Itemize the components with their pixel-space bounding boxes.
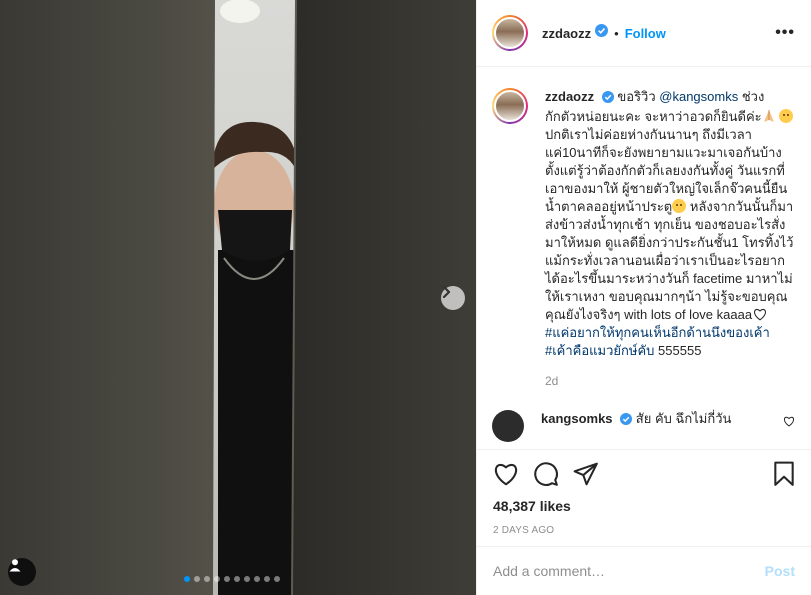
- add-comment-form: Post: [477, 546, 811, 595]
- comment-button[interactable]: [533, 461, 559, 487]
- verified-icon: [601, 90, 614, 108]
- post-sidebar: zzdaozz • Follow ••• zzdaozz ขอริวิว @ka…: [476, 0, 811, 595]
- carousel-dot: [204, 576, 210, 582]
- carousel-dot: [234, 576, 240, 582]
- post-header: zzdaozz • Follow •••: [477, 0, 811, 67]
- comment-body: สัย คับ ฉึกไม่กี่วัน: [632, 411, 732, 426]
- comment-like-icon[interactable]: [783, 414, 795, 432]
- photo-scene: [0, 0, 476, 595]
- carousel-dot: [274, 576, 280, 582]
- comment-text: kangsomks สัย คับ ฉึกไม่กี่วัน: [541, 410, 731, 430]
- share-button[interactable]: [573, 461, 599, 487]
- verified-icon: [595, 24, 609, 42]
- like-button[interactable]: [493, 461, 519, 487]
- comment-input[interactable]: [493, 563, 765, 579]
- caption: zzdaozz ขอริวิว @kangsomks ช่วงกักตัวหน่…: [492, 88, 795, 360]
- header-separator: •: [614, 25, 619, 41]
- post-actions: 48,387 likes 2 DAYS AGO: [477, 449, 811, 536]
- author-username[interactable]: zzdaozz: [542, 26, 591, 41]
- caption-part: 555555: [654, 343, 702, 358]
- carousel-dot: [214, 576, 220, 582]
- action-icons-row: [493, 450, 795, 498]
- carousel-dot: [254, 576, 260, 582]
- commenter-username[interactable]: kangsomks: [541, 411, 613, 426]
- carousel-dot: [194, 576, 200, 582]
- bookmark-icon: [774, 461, 794, 486]
- verified-icon: [620, 412, 633, 430]
- caption-text: zzdaozz ขอริวิว @kangsomks ช่วงกักตัวหน่…: [545, 88, 795, 360]
- user-tag-icon: [9, 559, 21, 572]
- pleading-face-emoji-icon: [672, 199, 687, 213]
- save-button[interactable]: [771, 461, 797, 487]
- carousel-dot: [244, 576, 250, 582]
- chevron-right-icon: [442, 286, 451, 298]
- author-avatar[interactable]: [492, 15, 528, 51]
- user-tags-button[interactable]: [8, 558, 36, 586]
- post-photo[interactable]: [0, 0, 476, 595]
- white-heart-emoji-icon: [754, 308, 766, 321]
- comments-scroll-area[interactable]: zzdaozz ขอริวิว @kangsomks ช่วงกักตัวหน่…: [477, 68, 811, 448]
- carousel-indicator: [184, 576, 280, 582]
- more-options-button[interactable]: •••: [775, 24, 795, 42]
- caption-avatar[interactable]: [492, 88, 528, 124]
- carousel-dot: [264, 576, 270, 582]
- carousel-dot: [184, 576, 190, 582]
- heart-icon: [495, 463, 517, 486]
- pleading-face-emoji-icon: [779, 109, 794, 123]
- caption-part: หลังจากวันนั้นก็มาส่งข้าวส่งน้ำทุกเช้า ท…: [545, 199, 794, 322]
- mention-link[interactable]: @kangsomks: [659, 89, 738, 104]
- comment-item: kangsomks สัย คับ ฉึกไม่กี่วัน: [492, 410, 795, 442]
- caption-time-ago[interactable]: 2d: [545, 374, 795, 388]
- post-comment-button[interactable]: Post: [765, 563, 795, 579]
- comment-icon: [534, 462, 558, 486]
- carousel-dot: [224, 576, 230, 582]
- folded-hands-emoji-icon: [763, 110, 774, 122]
- commenter-avatar[interactable]: [492, 410, 524, 442]
- likes-count[interactable]: 48,387 likes: [493, 498, 795, 514]
- post-date[interactable]: 2 DAYS AGO: [493, 525, 795, 536]
- caption-username[interactable]: zzdaozz: [545, 89, 594, 104]
- share-icon: [573, 462, 598, 486]
- next-photo-button[interactable]: [441, 286, 465, 310]
- caption-part: ขอริวิว: [617, 89, 660, 104]
- follow-button[interactable]: Follow: [625, 26, 666, 41]
